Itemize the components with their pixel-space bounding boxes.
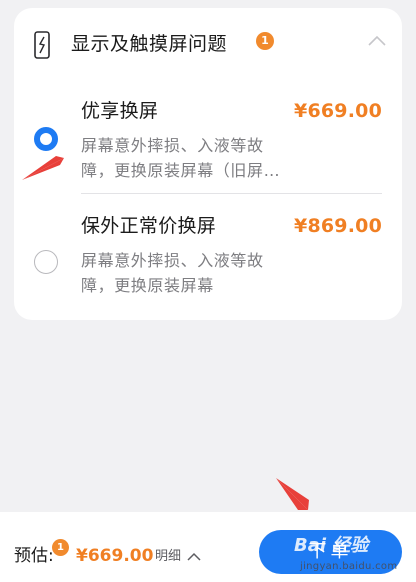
chevron-up-icon[interactable] bbox=[186, 552, 202, 562]
estimate-price: ¥669.00 bbox=[76, 546, 154, 566]
option-description: 屏幕意外摔损、入液等故 障，更换原装屏幕（旧屏… bbox=[81, 133, 311, 183]
radio-selected[interactable] bbox=[34, 127, 58, 151]
phone-broken-screen-icon bbox=[34, 31, 50, 59]
estimate-count-badge: 1 bbox=[52, 539, 69, 556]
detail-link[interactable]: 明细 bbox=[155, 547, 181, 567]
option-description-line: 屏幕意外摔损、入液等故 bbox=[81, 251, 264, 270]
option-title: 保外正常价换屏 bbox=[81, 215, 217, 237]
section-title: 显示及触摸屏问题 bbox=[71, 33, 228, 55]
option-description-line: 屏幕意外摔损、入液等故 bbox=[81, 136, 264, 155]
watermark-logo-text: Bai 经验 bbox=[294, 535, 369, 556]
chevron-up-icon[interactable] bbox=[366, 34, 388, 48]
estimate-label: 预估: bbox=[14, 546, 54, 566]
option-standard-screen-replacement[interactable]: 保外正常价换屏 ¥869.00 屏幕意外摔损、入液等故 障，更换原装屏幕 bbox=[14, 198, 402, 306]
option-premium-screen-replacement[interactable]: 优享换屏 ¥669.00 屏幕意外摔损、入液等故 障，更换原装屏幕（旧屏… bbox=[14, 83, 402, 191]
divider bbox=[81, 193, 382, 194]
option-price: ¥869.00 bbox=[294, 215, 382, 237]
radio-unselected[interactable] bbox=[34, 250, 58, 274]
option-description-line: 障，更换原装屏幕 bbox=[81, 276, 214, 295]
option-title: 优享换屏 bbox=[81, 100, 159, 122]
section-count-badge: 1 bbox=[256, 32, 274, 50]
option-price: ¥669.00 bbox=[294, 100, 382, 122]
red-arrow-annotation bbox=[22, 156, 64, 180]
watermark-url: jingyan.baidu.com bbox=[300, 561, 398, 572]
option-description: 屏幕意外摔损、入液等故 障，更换原装屏幕 bbox=[81, 248, 311, 298]
baidu-jingyan-watermark: Bai 经验 jingyan.baidu.com bbox=[286, 532, 406, 580]
option-description-line: 障，更换原装屏幕（旧屏… bbox=[81, 161, 281, 180]
red-arrow-annotation bbox=[276, 478, 309, 510]
section-header[interactable]: 显示及触摸屏问题 1 bbox=[14, 8, 402, 78]
repair-options-card: 显示及触摸屏问题 1 优享换屏 ¥669.00 屏幕意外摔损、入液等故 障，更换… bbox=[14, 8, 402, 320]
